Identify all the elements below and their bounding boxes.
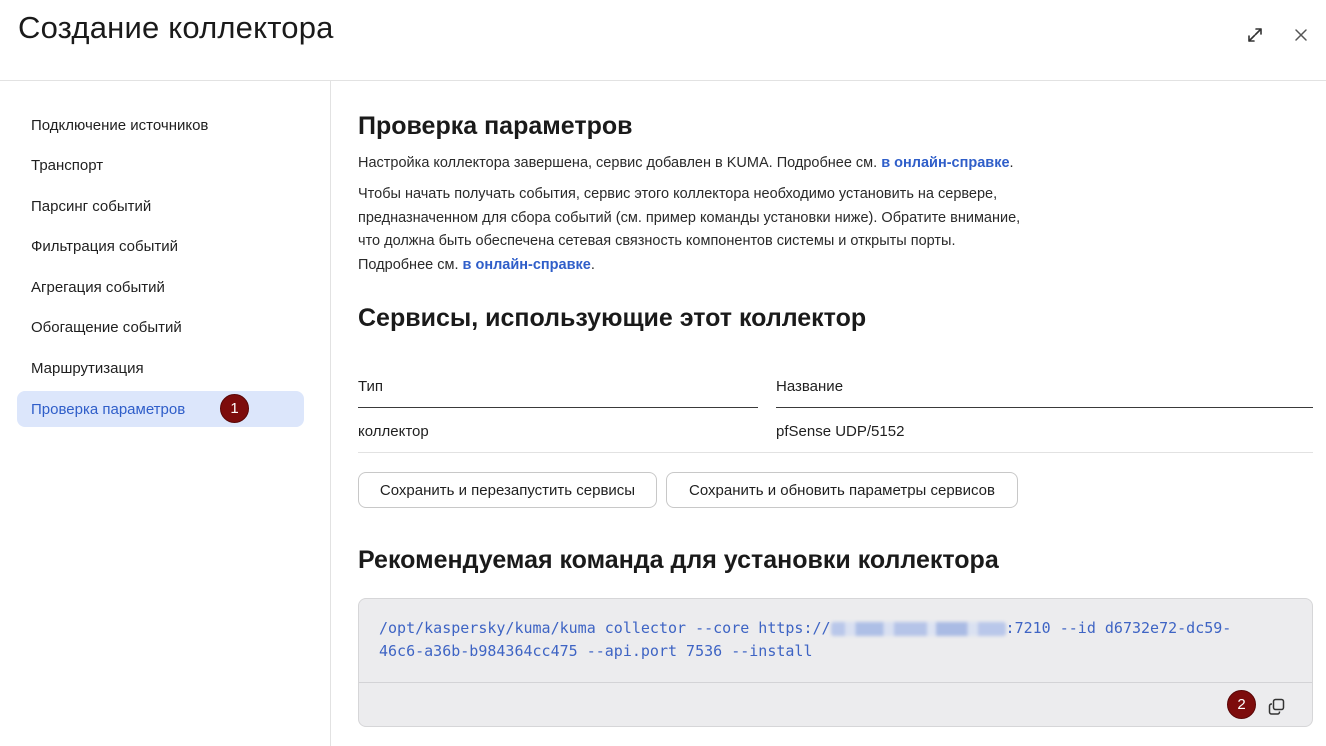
sidebar-item-label: Транспорт [31, 156, 104, 174]
annotation-badge-1: 1 [220, 394, 249, 423]
sidebar-item-sources[interactable]: Подключение источников [17, 107, 304, 143]
help-link[interactable]: в онлайн-справке [881, 155, 1009, 171]
save-update-button[interactable]: Сохранить и обновить параметры сервисов [666, 472, 1018, 508]
row-divider [358, 452, 1313, 453]
completion-text: Настройка коллектора завершена, сервис д… [358, 152, 1078, 176]
column-divider [358, 407, 758, 408]
copy-icon [1268, 698, 1284, 715]
sidebar-item-transport[interactable]: Транспорт [17, 147, 304, 183]
copy-button[interactable] [1264, 694, 1288, 718]
section-heading-command: Рекомендуемая команда для установки колл… [358, 546, 999, 574]
expand-icon [1248, 28, 1262, 42]
code-divider [359, 682, 1312, 683]
text-fragment: . [1009, 155, 1014, 171]
text-fragment: Настройка коллектора завершена, сервис д… [358, 155, 882, 171]
close-icon [1295, 29, 1307, 41]
install-command[interactable]: /opt/kaspersky/kuma/kuma collector --cor… [379, 617, 1279, 662]
sidebar-item-check-params[interactable]: Проверка параметров [17, 391, 304, 427]
command-line: 46c6-a36b-b984364cc475 --api.port 7536 -… [379, 641, 813, 660]
install-info-text: Чтобы начать получать события, сервис эт… [358, 183, 1118, 277]
dialog-header: Создание коллектора [0, 0, 1326, 81]
column-divider [776, 407, 1313, 408]
column-header-type: Тип [358, 378, 384, 395]
text-line: Чтобы начать получать события, сервис эт… [358, 186, 998, 202]
section-heading-check: Проверка параметров [358, 112, 633, 140]
annotation-badge-2: 2 [1227, 690, 1256, 719]
table-cell-type: коллектор [358, 423, 429, 440]
text-line: Подробнее см. в онлайн-справке. [358, 254, 1118, 278]
command-box: /opt/kaspersky/kuma/kuma collector --cor… [358, 598, 1313, 727]
sidebar-item-label: Обогащение событий [31, 318, 182, 336]
expand-button[interactable] [1242, 22, 1268, 48]
sidebar-item-parsing[interactable]: Парсинг событий [17, 188, 304, 224]
column-header-name: Название [776, 378, 844, 395]
sidebar-item-label: Проверка параметров [31, 400, 186, 418]
help-link[interactable]: в онлайн-справке [463, 257, 591, 273]
sidebar-item-label: Агрегация событий [31, 278, 165, 296]
sidebar-item-aggregation[interactable]: Агрегация событий [17, 269, 304, 305]
sidebar-item-label: Подключение источников [31, 116, 209, 134]
redacted-host [830, 621, 1006, 636]
sidebar-item-filtering[interactable]: Фильтрация событий [17, 228, 304, 264]
sidebar-item-label: Маршрутизация [31, 359, 144, 377]
text-line: что должна быть обеспечена сетевая связн… [358, 233, 956, 249]
dialog-title: Создание коллектора [18, 10, 334, 45]
section-heading-services: Сервисы, использующие этот коллектор [358, 304, 867, 332]
command-line: /opt/kaspersky/kuma/kuma collector --cor… [379, 617, 1279, 640]
table-cell-name: pfSense UDP/5152 [776, 423, 905, 440]
sidebar-item-label: Парсинг событий [31, 197, 152, 215]
wizard-sidebar: Подключение источников Транспорт Парсинг… [0, 81, 331, 746]
command-fragment: /opt/kaspersky/kuma/kuma collector --cor… [379, 619, 831, 637]
sidebar-item-enrichment[interactable]: Обогащение событий [17, 309, 304, 345]
text-line: предназначенном для сбора событий (см. п… [358, 209, 1021, 226]
close-button[interactable] [1288, 22, 1314, 48]
sidebar-item-routing[interactable]: Маршрутизация [17, 350, 304, 386]
text-fragment: . [590, 256, 595, 273]
sidebar-item-label: Фильтрация событий [31, 237, 179, 255]
text-fragment: Подробнее см. [358, 256, 463, 273]
command-fragment: :7210 --id d6732e72-dc59- [1005, 619, 1232, 637]
save-restart-button[interactable]: Сохранить и перезапустить сервисы [358, 472, 657, 508]
